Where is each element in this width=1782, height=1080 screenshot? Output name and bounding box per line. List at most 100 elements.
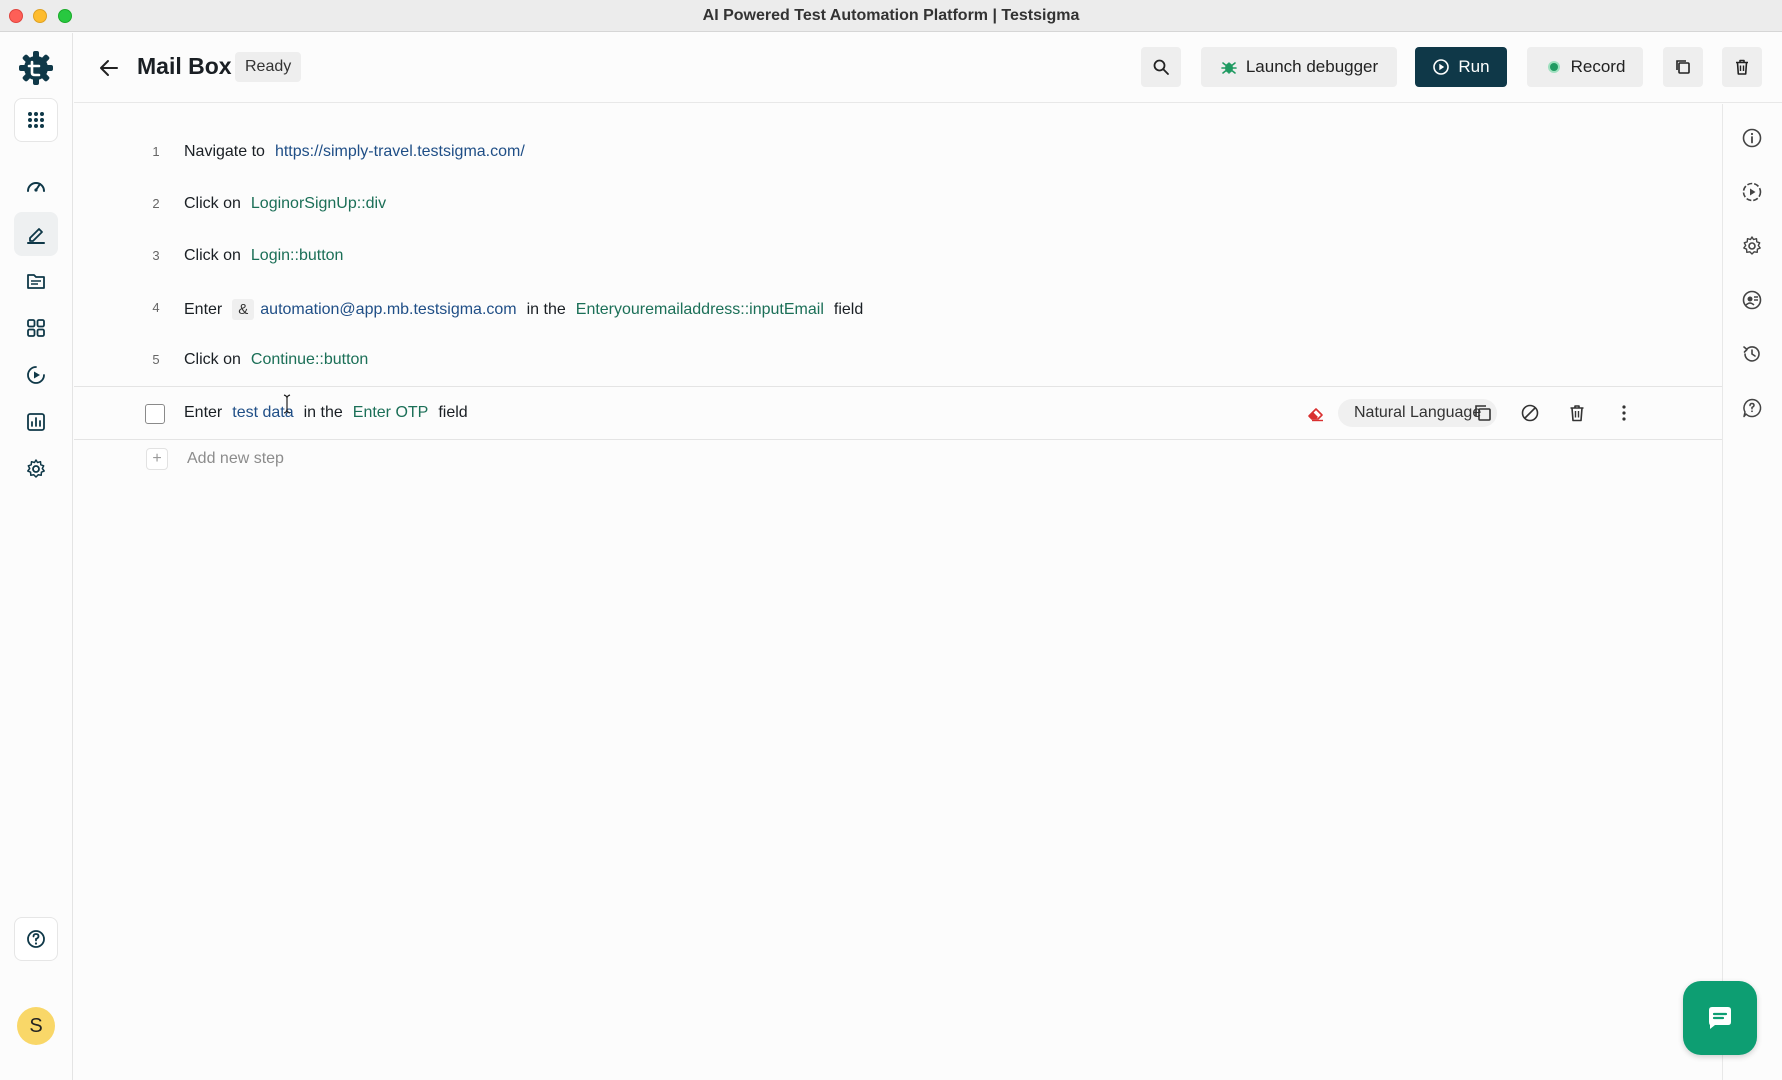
help-chat-button[interactable] [1740,396,1764,420]
left-sidebar: S [0,33,73,1080]
launch-debugger-button[interactable]: Launch debugger [1201,47,1397,87]
gear-icon [1743,236,1761,255]
disable-step-button[interactable] [1517,400,1543,426]
step-element-value[interactable]: Enter OTP [353,404,429,422]
folder-icon [27,274,45,289]
nav-runs[interactable] [14,353,58,397]
page-header: Mail Box Ready Launch debugger Run Recor… [74,33,1782,103]
record-button[interactable]: Record [1527,47,1643,87]
step-action-text: in the [303,404,343,421]
step-number: 5 [152,352,160,367]
step-action-text: field [833,300,864,318]
copy-icon [1676,60,1690,74]
run-button[interactable]: Run [1415,47,1507,87]
test-step[interactable]: 2 Click on LoginorSignUp::div [74,180,1722,232]
test-step[interactable]: 1 Navigate to https://simply-travel.test… [74,128,1722,180]
search-button[interactable] [1141,47,1181,87]
nav-reports[interactable] [14,400,58,444]
bug-icon [1221,62,1237,74]
step-element-value[interactable]: Enteryouremailaddress::inputEmail [576,301,824,319]
step-number: 4 [152,300,160,315]
play-circle-icon [1433,59,1450,75]
step-text[interactable]: Click on Continue::button [184,351,378,369]
step-action-text: Enter [184,300,223,318]
record-label: Record [1570,57,1626,76]
step-url-value[interactable]: https://simply-travel.testsigma.com/ [275,143,525,161]
copy-icon [1475,405,1491,421]
run-history-button[interactable] [1740,180,1764,204]
window-titlebar: AI Powered Test Automation Platform | Te… [0,0,1782,32]
step-action-text: Click on [184,195,241,212]
apps-grid-icon [28,112,44,128]
trash-icon [1570,405,1584,422]
data-type-chip[interactable]: & [232,299,255,320]
step-number: 1 [152,144,160,159]
chat-support-button[interactable] [1683,981,1757,1055]
back-button[interactable] [94,53,124,83]
play-dashed-circle-icon [1742,182,1762,202]
info-button[interactable] [1740,126,1764,150]
nav-settings[interactable] [14,447,58,491]
copy-step-button[interactable] [1470,400,1496,426]
delete-button[interactable] [1722,47,1762,87]
play-circle-icon [27,366,45,384]
plus-icon[interactable]: + [146,448,168,470]
user-avatar[interactable]: S [17,1007,55,1045]
step-action-text: Navigate to [184,143,265,160]
step-text[interactable]: Click on LoginorSignUp::div [184,195,396,213]
status-badge: Ready [235,52,302,82]
step-number: 2 [152,196,160,211]
data-profile-icon [1742,290,1762,310]
test-step[interactable]: 3 Click on Login::button [74,232,1722,284]
step-action-text: Click on [184,247,241,264]
step-action-text: in the [526,300,566,318]
editing-step-row[interactable]: Enter test data in the Enter OTP field N… [74,386,1722,440]
test-step[interactable]: 4 Enter & automation@app.mb.testsigma.co… [74,284,1722,336]
text-cursor-icon [283,394,291,414]
duplicate-button[interactable] [1663,47,1703,87]
record-dot-icon [1547,61,1560,73]
test-settings-button[interactable] [1740,234,1764,258]
help-bubble-icon [1743,398,1762,418]
step-text[interactable]: Enter & automation@app.mb.testsigma.com … [184,299,873,320]
info-icon [1742,128,1762,148]
modules-icon [27,319,45,337]
step-editor[interactable]: Enter test data in the Enter OTP field [184,404,478,422]
run-label: Run [1458,57,1490,76]
more-options-button[interactable] [1611,400,1637,426]
step-action-text: field [438,404,468,421]
eraser-icon[interactable] [1306,403,1326,423]
bar-chart-icon [27,413,45,431]
nav-apps-grid[interactable] [14,98,58,142]
nav-elements[interactable] [14,306,58,350]
test-step[interactable]: 5 Click on Continue::button [74,336,1722,388]
speedometer-icon [27,182,45,192]
launch-debugger-label: Launch debugger [1245,57,1379,76]
search-icon [1153,59,1169,75]
trash-icon [1736,59,1748,75]
chat-bubble-icon [1709,1007,1731,1029]
add-new-step-label: Add new step [187,450,284,467]
testsigma-logo-icon[interactable] [18,50,54,86]
step-data-value[interactable]: automation@app.mb.testsigma.com [260,301,516,319]
step-element-value[interactable]: LoginorSignUp::div [251,195,386,213]
nav-dashboard[interactable] [14,165,58,209]
step-text[interactable]: Navigate to https://simply-travel.testsi… [184,143,535,161]
step-element-value[interactable]: Login::button [251,247,344,265]
window-title: AI Powered Test Automation Platform | Te… [702,7,1080,24]
right-toolbar [1722,104,1782,1080]
delete-step-button[interactable] [1564,400,1590,426]
step-text[interactable]: Click on Login::button [184,247,353,265]
nav-test-cases[interactable] [14,212,58,256]
test-data-profile-button[interactable] [1740,288,1764,312]
history-icon [1743,346,1760,362]
step-element-value[interactable]: Continue::button [251,351,368,369]
nav-test-data[interactable] [14,259,58,303]
nav-help[interactable] [14,917,58,961]
step-select-checkbox[interactable] [145,404,165,424]
step-action-text: Enter [184,404,223,421]
history-button[interactable] [1740,342,1764,366]
help-icon [27,930,45,948]
more-vertical-icon [1622,405,1626,421]
step-number: 3 [152,248,160,263]
